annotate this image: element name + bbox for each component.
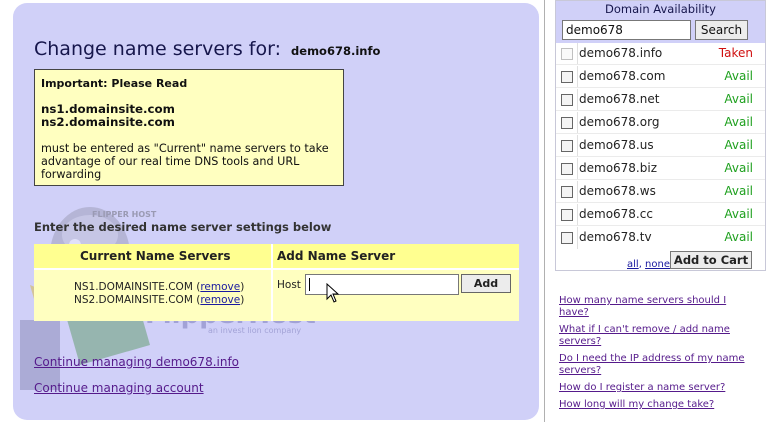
faq-link-how-many-ns[interactable]: How many name servers should I have?: [559, 295, 759, 319]
row-line: [556, 225, 765, 226]
domain-name: demo678.info: [579, 46, 663, 60]
domain-row: demo678.us Avail: [556, 135, 765, 157]
domain-status: Avail: [724, 161, 753, 175]
notice-body: must be entered as "Current" name server…: [41, 142, 329, 181]
domain-row: demo678.org Avail: [556, 112, 765, 134]
domain-row: demo678.tv Avail: [556, 227, 765, 249]
domain-name: demo678.tv: [579, 230, 652, 244]
svg-text:FLIPPER HOST: FLIPPER HOST: [92, 210, 157, 219]
column-divider: [271, 244, 273, 321]
domain-checkbox[interactable]: [561, 232, 573, 244]
continue-managing-domain-link[interactable]: Continue managing demo678.info: [34, 355, 239, 369]
domain-status: Avail: [724, 230, 753, 244]
name-server-table: Current Name Servers Add Name Server NS1…: [34, 244, 519, 321]
domain-row: demo678.cc Avail: [556, 204, 765, 226]
notice-header: Important: Please Read: [41, 77, 188, 90]
row-divider: [577, 204, 578, 226]
row-line: [556, 64, 765, 65]
row-line: [556, 156, 765, 157]
domain-checkbox: [561, 48, 573, 60]
domain-status: Avail: [724, 138, 753, 152]
domain-checkbox[interactable]: [561, 117, 573, 129]
domain-name: demo678.org: [579, 115, 660, 129]
faq-link-cant-remove[interactable]: What if I can't remove / add name server…: [559, 324, 759, 348]
row-divider: [577, 227, 578, 249]
row-line: [556, 110, 765, 111]
panel-separator: [544, 0, 545, 422]
col-current-header: Current Name Servers: [80, 249, 231, 263]
domain-checkbox[interactable]: [561, 71, 573, 83]
mouse-pointer-icon: [326, 283, 340, 303]
faq-link-change-time[interactable]: How long will my change take?: [559, 399, 759, 411]
remove-ns2-link[interactable]: remove: [200, 294, 240, 306]
row-divider: [577, 158, 578, 180]
header-divider: [34, 268, 519, 270]
row-line: [556, 87, 765, 88]
remove-ns1-link[interactable]: remove: [200, 281, 240, 293]
faq-link-ip-address[interactable]: Do I need the IP address of my name serv…: [559, 353, 759, 377]
important-notice: Important: Please Read ns1.domainsite.co…: [34, 69, 344, 186]
domain-name: demo678.biz: [579, 161, 657, 175]
domain-name: demo678.com: [579, 69, 666, 83]
select-links: all, none: [627, 259, 670, 270]
domain-row: demo678.net Avail: [556, 89, 765, 111]
domain-checkbox[interactable]: [561, 140, 573, 152]
domain-status: Avail: [724, 207, 753, 221]
host-label: Host :: [277, 279, 308, 291]
add-to-cart-button[interactable]: Add to Cart: [670, 251, 752, 269]
row-divider: [577, 112, 578, 134]
domain-row: demo678.info Taken: [556, 43, 765, 65]
domain-row: demo678.ws Avail: [556, 181, 765, 203]
domain-status: Avail: [724, 92, 753, 106]
domain-checkbox[interactable]: [561, 209, 573, 221]
row-divider: [577, 43, 578, 65]
row-divider: [577, 66, 578, 88]
domain-name: demo678.cc: [579, 207, 653, 221]
search-button[interactable]: Search: [695, 20, 748, 40]
row-line: [556, 202, 765, 203]
domain-status: Avail: [724, 184, 753, 198]
page-title-domain: demo678.info: [291, 44, 381, 58]
text-caret: [309, 278, 310, 291]
select-all-link[interactable]: all: [627, 259, 639, 270]
domain-row: demo678.com Avail: [556, 66, 765, 88]
current-ns-row: NS1.DOMAINSITE.COM (remove): [74, 281, 245, 293]
col-add-header: Add Name Server: [277, 249, 396, 263]
domain-name: demo678.ws: [579, 184, 656, 198]
row-divider: [577, 181, 578, 203]
notice-ns2: ns2.domainsite.com: [41, 115, 175, 129]
page-title: Change name servers for: demo678.info: [34, 38, 380, 60]
row-divider: [577, 135, 578, 157]
domain-name: demo678.us: [579, 138, 654, 152]
select-none-link[interactable]: none: [645, 259, 670, 270]
domain-checkbox[interactable]: [561, 163, 573, 175]
domain-status: Taken: [718, 46, 753, 60]
domain-status: Avail: [724, 115, 753, 129]
faq-link-register-ns[interactable]: How do I register a name server?: [559, 382, 759, 394]
page-title-text: Change name servers for:: [34, 38, 281, 60]
domain-search-input[interactable]: demo678: [562, 20, 691, 40]
domain-checkbox[interactable]: [561, 94, 573, 106]
row-divider: [577, 89, 578, 111]
row-line: [556, 179, 765, 180]
continue-managing-account-link[interactable]: Continue managing account: [34, 381, 204, 395]
domain-status: Avail: [724, 69, 753, 83]
svg-text:an invest lion company: an invest lion company: [208, 326, 301, 335]
availability-title: Domain Availability: [605, 2, 716, 16]
domain-availability-box: Domain Availability demo678 Search demo6…: [555, 0, 766, 271]
current-ns-name: NS2.DOMAINSITE.COM: [74, 294, 193, 306]
current-ns-name: NS1.DOMAINSITE.COM: [74, 281, 193, 293]
availability-header: Domain Availability demo678 Search: [556, 1, 765, 43]
domain-row: demo678.biz Avail: [556, 158, 765, 180]
add-name-server-button[interactable]: Add: [461, 274, 511, 293]
domain-name: demo678.net: [579, 92, 660, 106]
current-ns-row: NS2.DOMAINSITE.COM (remove): [74, 294, 245, 306]
section-label: Enter the desired name server settings b…: [34, 220, 332, 234]
domain-checkbox[interactable]: [561, 186, 573, 198]
row-line: [556, 133, 765, 134]
